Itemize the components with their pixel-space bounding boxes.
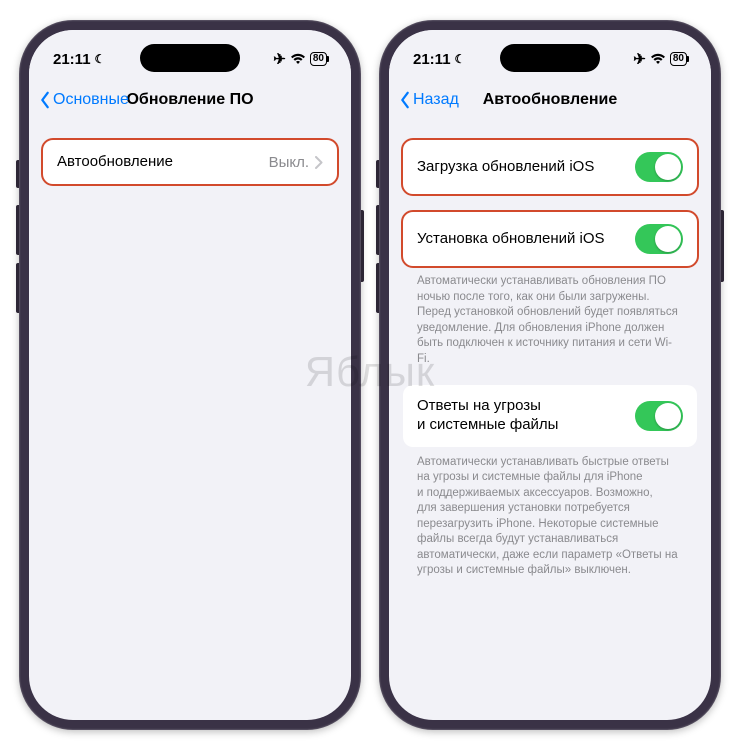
row-label: Ответы на угрозы и системные файлы xyxy=(417,397,617,435)
row-security-responses[interactable]: Ответы на угрозы и системные файлы xyxy=(403,385,697,447)
status-time: 21:11 xyxy=(53,51,91,68)
row-label: Установка обновлений iOS xyxy=(417,230,605,249)
airplane-mode-icon: ✈ xyxy=(633,50,646,68)
do-not-disturb-icon: ☾ xyxy=(455,52,466,66)
phone-frame-right: 21:11 ☾ ✈ 80 Назад Автообновление xyxy=(379,20,721,730)
row-download-ios-updates[interactable]: Загрузка обновлений iOS xyxy=(403,140,697,194)
airplane-mode-icon: ✈ xyxy=(273,50,286,68)
battery-indicator: 80 xyxy=(310,52,327,66)
phone-frame-left: 21:11 ☾ ✈ 80 Основные Обновление ПО xyxy=(19,20,361,730)
toggle-security-responses[interactable] xyxy=(635,401,683,431)
footer-note-security: Автоматически устанавливать быстрые отве… xyxy=(403,447,697,579)
comparison-stage: 21:11 ☾ ✈ 80 Основные Обновление ПО xyxy=(0,0,740,744)
do-not-disturb-icon: ☾ xyxy=(95,52,106,66)
chevron-right-icon xyxy=(315,156,323,169)
chevron-left-icon xyxy=(39,91,51,109)
status-time: 21:11 xyxy=(413,51,451,68)
row-auto-update[interactable]: Автообновление Выкл. xyxy=(43,140,337,184)
toggle-download-ios[interactable] xyxy=(635,152,683,182)
row-label: Автообновление xyxy=(57,153,173,172)
row-value: Выкл. xyxy=(269,154,309,171)
back-button[interactable]: Основные xyxy=(39,91,129,109)
screen-left: 21:11 ☾ ✈ 80 Основные Обновление ПО xyxy=(29,30,351,720)
row-label: Загрузка обновлений iOS xyxy=(417,158,594,177)
back-button[interactable]: Назад xyxy=(399,91,459,109)
wifi-icon xyxy=(290,53,306,65)
back-label: Основные xyxy=(53,91,129,109)
dynamic-island xyxy=(500,44,600,72)
screen-right: 21:11 ☾ ✈ 80 Назад Автообновление xyxy=(389,30,711,720)
row-install-ios-updates[interactable]: Установка обновлений iOS xyxy=(403,212,697,266)
dynamic-island xyxy=(140,44,240,72)
wifi-icon xyxy=(650,53,666,65)
footer-note-install: Автоматически устанавливать обновления П… xyxy=(403,266,697,367)
back-label: Назад xyxy=(413,91,459,109)
toggle-install-ios[interactable] xyxy=(635,224,683,254)
chevron-left-icon xyxy=(399,91,411,109)
battery-indicator: 80 xyxy=(670,52,687,66)
